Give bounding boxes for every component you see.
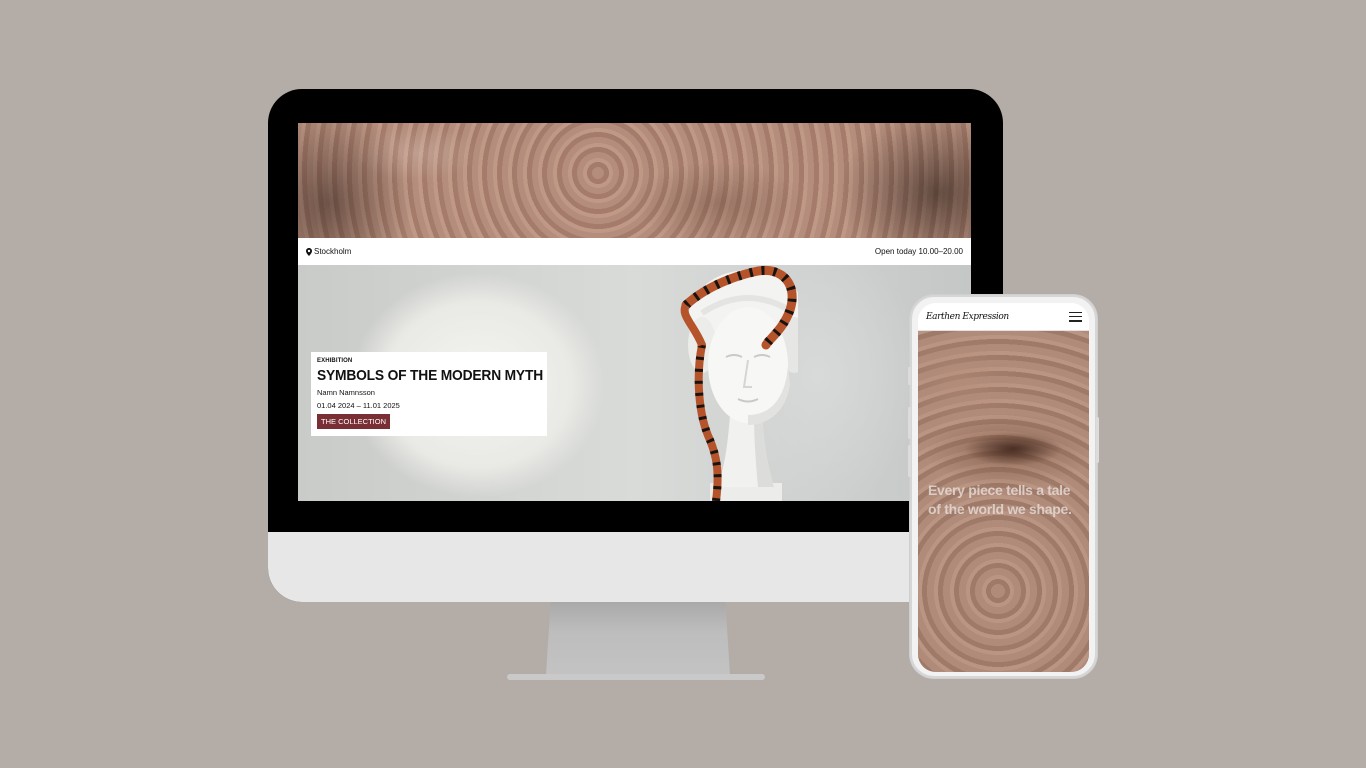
phone-side-button [1096,417,1099,463]
exhibition-dates: 01.04 2024 – 11.01 2025 [317,401,400,410]
bust-with-snake-image [680,265,798,501]
exhibition-artist: Namn Namnsson [317,388,375,397]
phone-side-button [908,407,911,439]
collection-button[interactable]: THE COLLECTION [317,414,391,429]
exhibition-title[interactable]: SYMBOLS OF THE MODERN MYTH [317,367,543,384]
desktop-screen: Stockholm Open today 10.00–20.00 EXHIBIT… [298,123,971,501]
info-bar: Stockholm Open today 10.00–20.00 [298,238,971,265]
phone-side-button [908,367,911,385]
monitor-stand [545,602,731,676]
location-label: Stockholm [314,247,352,256]
mobile-header: Earthen Expression [918,303,1089,331]
monitor-stand-base [507,674,765,680]
phone-side-button [908,445,911,477]
monitor-chin [268,532,1003,602]
clay-hero-image [298,123,971,238]
location-pin-icon [306,247,312,256]
desktop-monitor: Stockholm Open today 10.00–20.00 EXHIBIT… [268,89,1003,602]
opening-hours: Open today 10.00–20.00 [874,247,963,256]
hero-tagline: Every piece tells a tale of the world we… [928,482,1072,517]
site-logo[interactable]: Earthen Expression [926,312,1009,322]
exhibition-card: EXHIBITION SYMBOLS OF THE MODERN MYTH Na… [311,352,547,436]
mobile-screen: Earthen Expression Every piece tells a t… [918,303,1089,672]
mobile-phone: Earthen Expression Every piece tells a t… [908,295,1099,678]
exhibition-kicker: EXHIBITION [317,358,353,364]
exhibition-hero: EXHIBITION SYMBOLS OF THE MODERN MYTH Na… [298,265,971,501]
hamburger-menu-icon[interactable] [1069,311,1082,322]
location[interactable]: Stockholm [306,247,351,256]
mobile-clay-hero-image: Every piece tells a tale of the world we… [918,331,1089,672]
